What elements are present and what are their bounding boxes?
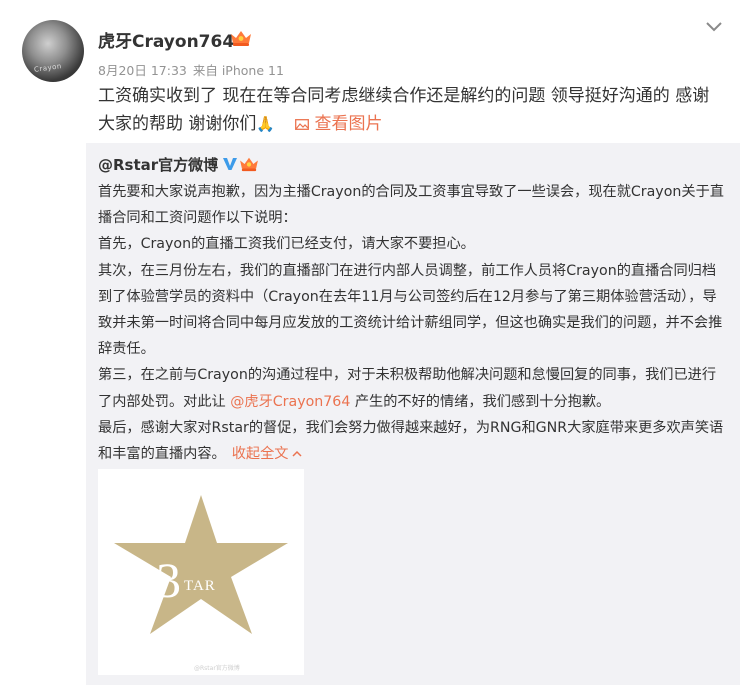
p5-text: 最后，感谢大家对Rstar的督促，我们会努力做得越来越好，为RNG和GNR大家庭… — [98, 419, 724, 463]
chevron-up-icon — [292, 450, 302, 457]
collapse-button[interactable]: 收起全文 — [232, 446, 303, 462]
repost-paragraph-2: 首先，Crayon的直播工资我们已经支付，请大家不要担心。 — [98, 236, 475, 253]
view-picture-label: 查看图片 — [314, 114, 383, 134]
weibo-post-card: Crayon 虎牙Crayon764 8月20日 17:33 来自 iPhone … — [0, 0, 740, 685]
repost-author-line: @Rstar官方微博 — [98, 153, 728, 177]
picture-icon — [294, 119, 309, 130]
rstar-star-logo: 3 TAR — [114, 495, 288, 634]
image-watermark: @Rstar官方微博 — [194, 665, 240, 672]
repost-paragraph-3: 其次，在三月份左右，我们的直播部门在进行内部人员调整，前工作人员将Crayon的… — [98, 262, 723, 358]
post-body: 工资确实收到了 现在在等合同考虑继续合作还是解约的问题 领导挺好沟通的 感谢大家… — [98, 86, 710, 134]
repost-container: @Rstar官方微博 首先要和大家说声抱歉，因为主播Crayon的合同及工资事宜… — [86, 143, 740, 685]
repost-paragraph-1: 首先要和大家说声抱歉，因为主播Crayon的合同及工资事宜导致了一些误会，现在就… — [98, 184, 724, 227]
chevron-down-icon[interactable] — [705, 20, 723, 34]
repost-paragraph-4: 第三，在之前与Crayon的沟通过程中，对于未积极帮助他解决问题和怠慢回复的同事… — [98, 362, 728, 414]
username[interactable]: 虎牙Crayon764 — [98, 27, 234, 52]
repost-paragraph-5: 最后，感谢大家对Rstar的督促，我们会努力做得越来越好，为RNG和GNR大家庭… — [98, 415, 728, 467]
post-source: 来自 iPhone 11 — [192, 63, 284, 78]
vip-crown-icon — [231, 31, 251, 46]
mention-link[interactable]: @虎牙Crayon764 — [230, 394, 350, 410]
repost-text: 首先要和大家说声抱歉，因为主播Crayon的合同及工资事宜导致了一些误会，现在就… — [98, 179, 728, 467]
repost-content: @Rstar官方微博 首先要和大家说声抱歉，因为主播Crayon的合同及工资事宜… — [98, 153, 728, 467]
p4-text-after: 产生的不好的情绪，我们感到十分抱歉。 — [350, 393, 611, 410]
post-date[interactable]: 8月20日 17:33 — [98, 63, 187, 78]
collapse-label: 收起全文 — [231, 446, 289, 463]
post-text: 工资确实收到了 现在在等合同考虑继续合作还是解约的问题 领导挺好沟通的 感谢大家… — [98, 82, 718, 138]
avatar-text: Crayon — [33, 62, 63, 74]
vip-crown-icon — [240, 157, 259, 172]
avatar[interactable]: Crayon — [22, 20, 84, 82]
pray-emoji: 🙏 — [256, 115, 276, 133]
post-meta: 8月20日 17:33 来自 iPhone 11 — [98, 60, 290, 79]
logo-number: 3 — [156, 552, 181, 608]
star-shape — [114, 495, 288, 634]
repost-author[interactable]: @Rstar官方微博 — [98, 156, 218, 174]
logo-text: TAR — [184, 578, 216, 594]
post-image[interactable]: 3 TAR @Rstar官方微博 — [98, 469, 304, 675]
view-picture-link[interactable]: 查看图片 — [294, 114, 383, 134]
verified-v-icon — [223, 158, 238, 170]
